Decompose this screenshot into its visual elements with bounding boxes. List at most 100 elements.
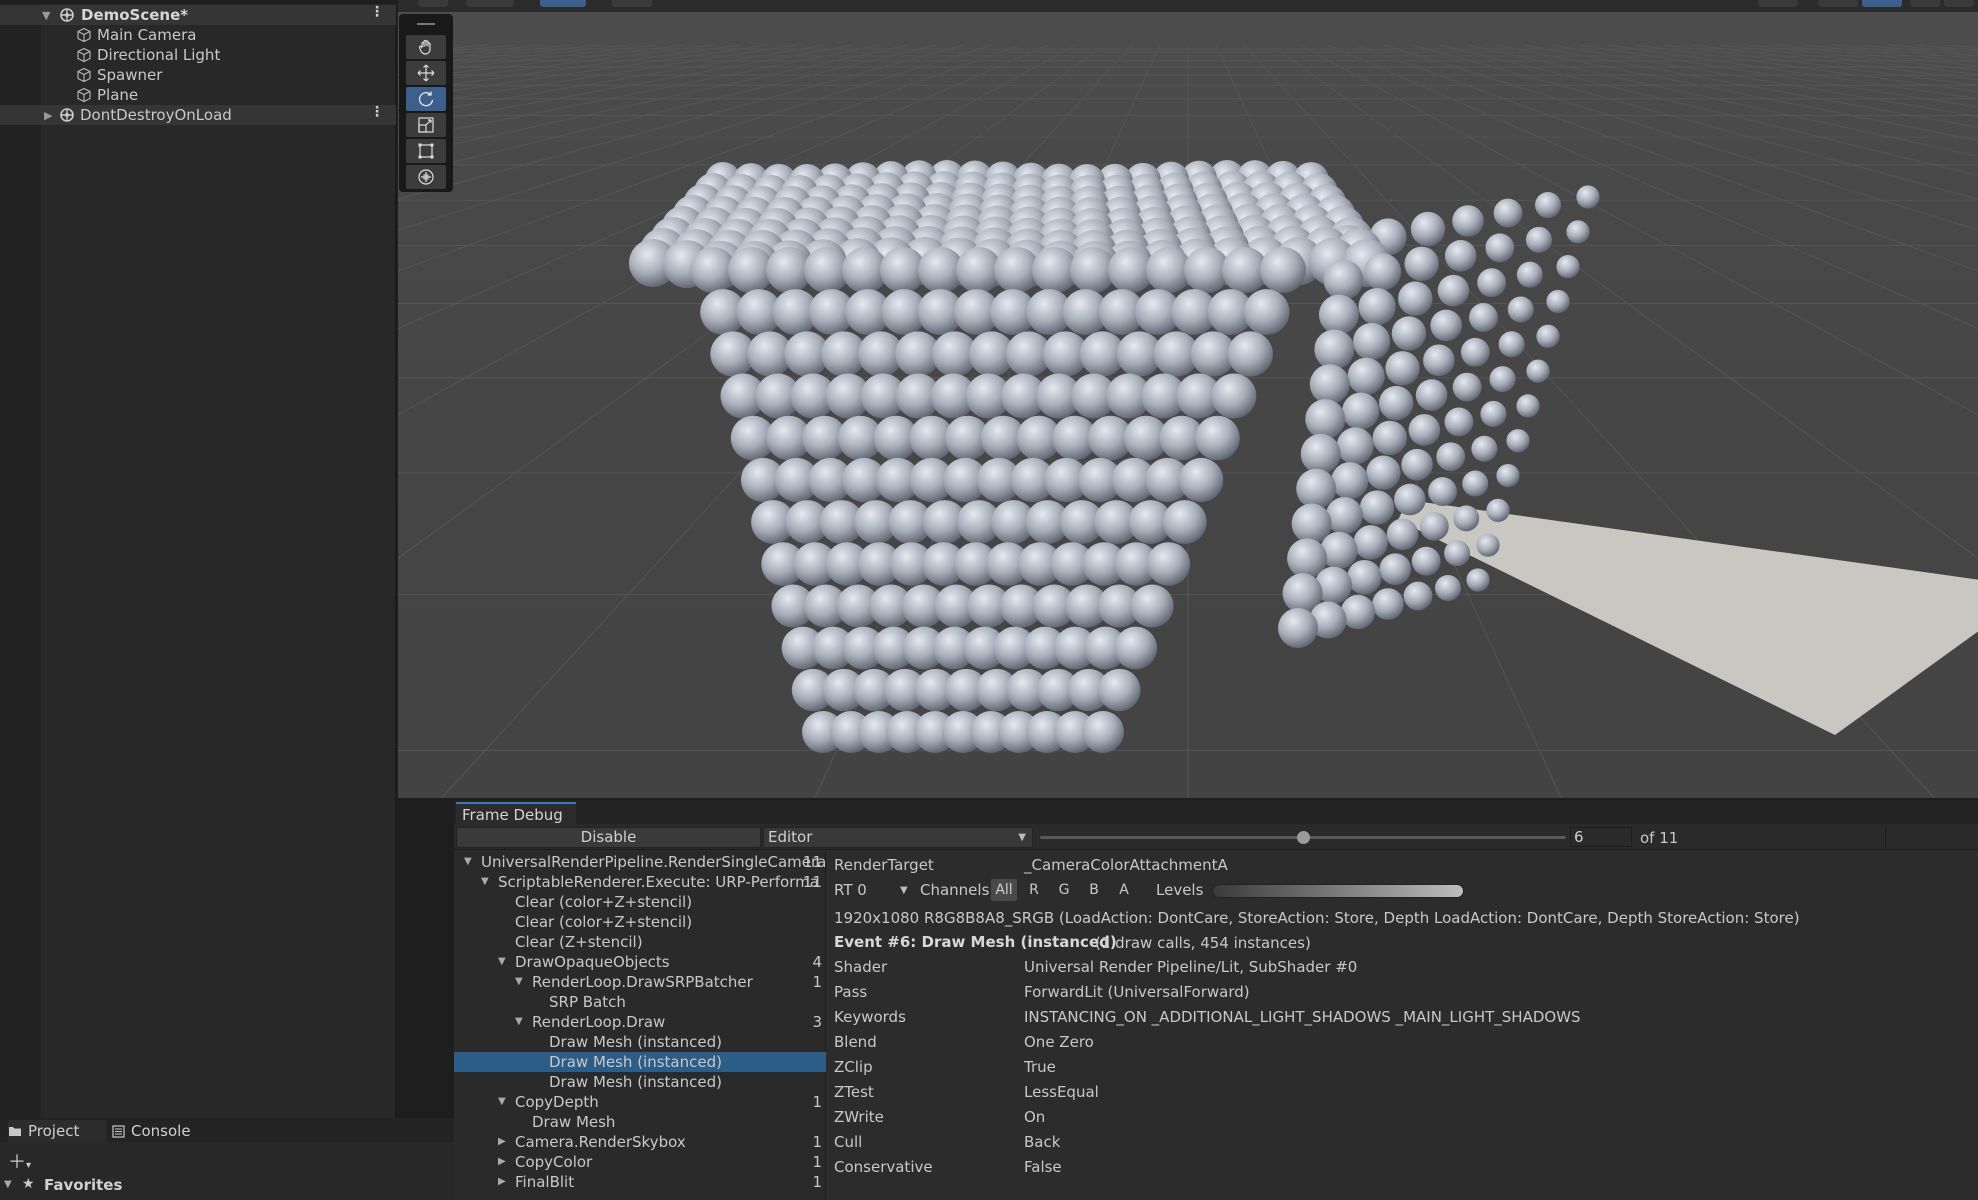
target-select[interactable]: Editor ▼ — [763, 827, 1033, 848]
scene-view[interactable] — [398, 0, 1978, 798]
view-button[interactable] — [1944, 0, 1974, 7]
event-tree-row[interactable]: Draw Mesh — [454, 1112, 826, 1132]
sphere-instance — [1392, 316, 1426, 350]
property-value: False — [1024, 1158, 1062, 1176]
expand-right-icon[interactable]: ▶ — [498, 1136, 506, 1147]
event-tree-row[interactable]: ▼CopyDepth1 — [454, 1092, 826, 1112]
channel-r-button[interactable]: R — [1023, 879, 1045, 901]
event-tree-row[interactable]: SRP Batch — [454, 992, 826, 1012]
tab-frame-debug[interactable]: Frame Debug — [456, 802, 576, 824]
channel-all-button[interactable]: All — [991, 879, 1017, 901]
sphere-instance — [1098, 669, 1140, 711]
levels-slider[interactable] — [1212, 884, 1464, 898]
chevron-down-icon[interactable]: ▼ — [900, 885, 908, 896]
event-tree-row[interactable]: ▼UniversalRenderPipeline.RenderSingleCam… — [454, 852, 826, 872]
dontdestroy-menu-icon[interactable]: ⋮ — [370, 109, 384, 115]
scene-menu-icon[interactable]: ⋮ — [370, 9, 384, 15]
tab-console[interactable]: Console — [112, 1120, 191, 1142]
event-tree-row[interactable]: ▶CopyColor1 — [454, 1152, 826, 1172]
expand-down-icon[interactable]: ▼ — [498, 1096, 506, 1107]
event-tree-label: DrawOpaqueObjects — [515, 953, 670, 971]
event-tree-label: Clear (Z+stencil) — [515, 933, 643, 951]
hierarchy-item-spawner[interactable]: Spawner — [0, 65, 396, 85]
expand-down-icon[interactable]: ▼ — [4, 1179, 12, 1190]
hierarchy-row-dontdestroyonload[interactable]: ▶ DontDestroyOnLoad ⋮ — [0, 105, 396, 125]
event-tree-row[interactable]: ▼RenderLoop.Draw3 — [454, 1012, 826, 1032]
toolbar-button-active[interactable] — [540, 0, 586, 7]
gameobject-cube-icon — [76, 87, 92, 103]
drag-handle-icon[interactable] — [417, 23, 435, 25]
event-tree-row[interactable]: Clear (color+Z+stencil) — [454, 892, 826, 912]
toolbar-button[interactable] — [418, 0, 448, 7]
scale-tool-button[interactable] — [406, 113, 446, 137]
scene-viewport[interactable] — [398, 0, 1978, 798]
hierarchy-row-scene[interactable]: ▼ DemoScene* ⋮ — [0, 5, 396, 25]
event-slider-thumb[interactable] — [1297, 831, 1310, 844]
event-tree-row[interactable]: ▶FinalBlit1 — [454, 1172, 826, 1192]
transform-tool-button[interactable] — [406, 165, 446, 189]
gizmo-button[interactable] — [1758, 0, 1798, 7]
expand-down-icon[interactable]: ▼ — [515, 976, 523, 987]
view-button[interactable] — [1818, 0, 1858, 7]
dontdestroy-label: DontDestroyOnLoad — [80, 106, 232, 124]
sphere-instance — [1494, 199, 1523, 228]
event-tree-label: Clear (color+Z+stencil) — [515, 913, 692, 931]
sphere-instance — [1296, 469, 1336, 509]
chevron-down-icon: ▼ — [1018, 828, 1026, 847]
tab-project[interactable]: Project — [8, 1120, 106, 1142]
toolbar-button[interactable] — [466, 0, 514, 7]
event-tree-row[interactable]: ▼DrawOpaqueObjects4 — [454, 952, 826, 972]
sphere-instance — [1353, 323, 1390, 360]
event-tree-row[interactable]: ▼ ScriptableRenderer.Execute: URP-Perform… — [454, 872, 826, 892]
event-tree-label: CopyColor — [515, 1153, 592, 1171]
hierarchy-item-plane[interactable]: Plane — [0, 85, 396, 105]
hierarchy-item-main-camera[interactable]: Main Camera — [0, 25, 396, 45]
property-label: ZTest — [834, 1083, 874, 1101]
add-icon[interactable]: ＋▾ — [8, 1148, 31, 1174]
expand-down-icon[interactable]: ▼ — [464, 856, 472, 867]
event-tree-row[interactable]: Draw Mesh (instanced) — [454, 1052, 826, 1072]
sphere-instance — [1401, 449, 1433, 481]
view-button[interactable] — [1910, 0, 1940, 7]
rt-select[interactable]: RT 0 — [834, 881, 867, 899]
event-tree-row[interactable]: Clear (color+Z+stencil) — [454, 912, 826, 932]
expand-right-icon[interactable]: ▶ — [44, 109, 52, 122]
property-label: Cull — [834, 1133, 862, 1151]
event-tree-row[interactable]: ▶Camera.RenderSkybox1 — [454, 1132, 826, 1152]
expand-down-icon[interactable]: ▼ — [498, 956, 506, 967]
property-label: Blend — [834, 1033, 877, 1051]
hierarchy-item-directional-light[interactable]: Directional Light — [0, 45, 396, 65]
hierarchy-top-edge — [0, 0, 396, 4]
event-tree-row[interactable]: Draw Mesh (instanced) — [454, 1072, 826, 1092]
sphere-instance — [1337, 427, 1374, 464]
tab-project-label: Project — [28, 1122, 79, 1140]
property-label: Conservative — [834, 1158, 933, 1176]
expand-down-icon[interactable]: ▼ — [515, 1016, 523, 1027]
event-tree-row[interactable]: ▼RenderLoop.DrawSRPBatcher1 — [454, 972, 826, 992]
view-button-active[interactable] — [1862, 0, 1902, 7]
toolbar-button[interactable] — [612, 0, 652, 7]
sphere-instance — [1469, 303, 1498, 332]
expand-right-icon[interactable]: ▶ — [498, 1176, 506, 1187]
expand-down-icon[interactable]: ▼ — [481, 876, 489, 887]
event-tree-row[interactable]: Clear (Z+stencil) — [454, 932, 826, 952]
event-tree-label: CopyDepth — [515, 1093, 599, 1111]
channel-a-button[interactable]: A — [1113, 879, 1135, 901]
hand-tool-button[interactable] — [406, 35, 446, 59]
sphere-instance — [1131, 584, 1174, 627]
expand-down-icon[interactable]: ▼ — [42, 9, 50, 22]
sphere-instance — [1436, 442, 1465, 471]
sphere-instance — [1411, 212, 1445, 246]
disable-button[interactable]: Disable — [456, 827, 761, 848]
rotate-tool-button[interactable] — [406, 87, 446, 111]
sphere-instance — [1536, 325, 1559, 348]
channel-g-button[interactable]: G — [1053, 879, 1075, 901]
event-tree-label: Draw Mesh (instanced) — [549, 1073, 722, 1091]
rect-tool-button[interactable] — [406, 139, 446, 163]
event-tree-label: ScriptableRenderer.Execute: URP-Performa — [498, 873, 819, 891]
event-index-field[interactable]: 6 — [1570, 827, 1632, 847]
channel-b-button[interactable]: B — [1083, 879, 1105, 901]
expand-right-icon[interactable]: ▶ — [498, 1156, 506, 1167]
event-tree-row[interactable]: Draw Mesh (instanced) — [454, 1032, 826, 1052]
move-tool-button[interactable] — [406, 61, 446, 85]
